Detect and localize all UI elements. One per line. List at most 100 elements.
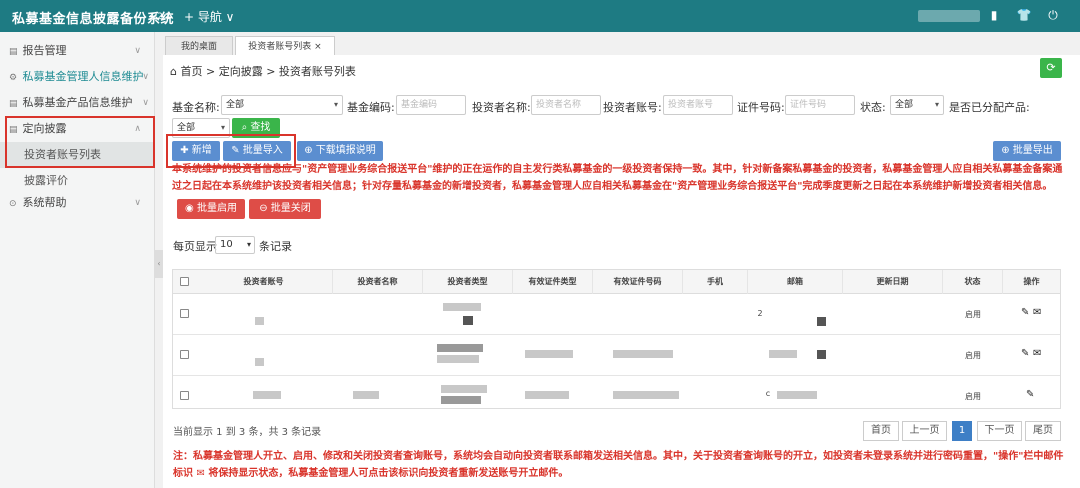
main-content: ⌂ 首页 > 定向披露 > 投资者账号列表 ⟳ 基金名称: 全部 ▾ 基金编码:…: [163, 55, 1080, 488]
col-update-date[interactable]: 更新日期: [843, 270, 943, 294]
tab-my-desktop[interactable]: 我的桌面: [165, 36, 233, 56]
sidebar-item-label: 私募基金管理人信息维护: [22, 70, 144, 83]
col-status[interactable]: 状态: [943, 270, 1003, 294]
investor-account-redacted: [255, 358, 264, 366]
page-last-button[interactable]: 尾页: [1025, 421, 1061, 441]
investor-account-input[interactable]: 投资者账号: [663, 95, 733, 115]
highlight-box-sidebar: [5, 116, 155, 168]
sidebar-collapse-handle[interactable]: ‹: [155, 250, 163, 278]
fund-name-select[interactable]: 全部 ▾: [221, 95, 343, 115]
investor-name-redacted: [353, 391, 379, 399]
investor-name-input[interactable]: 投资者名称: [531, 95, 601, 115]
user-icon[interactable]: ▮: [986, 7, 1002, 23]
pagination-info: 当前显示 1 到 3 条，共 3 条记录: [173, 427, 322, 438]
doc-icon: ▤: [9, 99, 18, 109]
table-row: 2 启用 ✎ ✉: [173, 295, 1060, 335]
cert-no-redacted: [613, 350, 673, 358]
investor-type-redacted: [441, 385, 487, 393]
refresh-icon: ⟳: [1046, 61, 1056, 74]
download-guide-button[interactable]: ⊕ 下载填报说明: [297, 141, 383, 161]
select-all-checkbox[interactable]: [180, 277, 189, 286]
table-header: 投资者账号 投资者名称 投资者类型 有效证件类型 有效证件号码 手机 邮箱 更新…: [173, 270, 1060, 294]
per-page-value: 10: [220, 239, 233, 250]
shirt-icon[interactable]: 👕: [1016, 7, 1032, 23]
cert-no-label: 证件号码:: [737, 101, 785, 114]
edit-icon[interactable]: ✎: [1026, 389, 1034, 400]
export-icon: ⊕: [1001, 145, 1010, 156]
user-name-blurred: [918, 10, 980, 22]
power-icon[interactable]: ⏻: [1045, 7, 1061, 23]
per-page-suffix: 条记录: [259, 240, 292, 253]
col-cert-no[interactable]: 有效证件号码: [593, 270, 683, 294]
status-select[interactable]: 全部 ▾: [890, 95, 944, 115]
col-cert-type[interactable]: 有效证件类型: [513, 270, 593, 294]
row-checkbox[interactable]: [180, 350, 189, 359]
row-checkbox[interactable]: [180, 391, 189, 400]
fund-code-input[interactable]: 基金编码: [396, 95, 466, 115]
email-redacted: [769, 350, 797, 358]
top-bar: 私募基金信息披露备份系统 V2.1 + 导航 ∨ ▮ 👕 ⏻: [0, 0, 1080, 32]
status-cell: 启用: [965, 392, 981, 401]
sidebar-item-product-info[interactable]: ▤ 私募基金产品信息维护 ∨: [0, 90, 155, 116]
status-value: 全部: [895, 100, 914, 110]
home-icon: ⌂: [170, 65, 177, 78]
col-investor-account[interactable]: 投资者账号: [195, 270, 333, 294]
fund-name-label: 基金名称:: [172, 101, 220, 114]
batch-enable-label: 批量启用: [196, 203, 237, 214]
nav-menu-button[interactable]: + 导航 ∨: [184, 8, 234, 25]
fund-name-value: 全部: [226, 100, 245, 110]
investor-type-redacted: [437, 344, 483, 352]
sidebar-item-help[interactable]: ⊙ 系统帮助 ∨: [0, 190, 155, 216]
sidebar-item-label: 报告管理: [22, 44, 67, 57]
batch-close-label: 批量关闭: [270, 203, 311, 214]
sidebar-item-report[interactable]: ▤ 报告管理 ∨: [0, 38, 155, 64]
breadcrumb-level1[interactable]: 定向披露: [219, 65, 263, 78]
investor-account-redacted: [253, 391, 281, 399]
batch-enable-button[interactable]: ◉ 批量启用: [177, 199, 245, 219]
edit-icon[interactable]: ✎: [1021, 348, 1029, 359]
chevron-down-icon: ∨: [142, 72, 149, 82]
highlight-box-actions: [166, 134, 296, 168]
help-icon: ⊙: [9, 199, 17, 209]
cert-no-input[interactable]: 证件号码: [785, 95, 855, 115]
fund-code-label: 基金编码:: [347, 101, 395, 114]
col-phone[interactable]: 手机: [683, 270, 748, 294]
sidebar-item-manager-info[interactable]: ⚙ 私募基金管理人信息维护 ∨: [0, 64, 155, 90]
col-investor-name[interactable]: 投资者名称: [333, 270, 423, 294]
app-version: V2.1: [151, 12, 172, 22]
breadcrumb-home[interactable]: 首页: [180, 65, 202, 78]
mail-icon[interactable]: ✉: [1033, 307, 1041, 318]
page-next-button[interactable]: 下一页: [977, 421, 1022, 441]
table-row: 启用 ✎ ✉: [173, 336, 1060, 376]
per-page-select[interactable]: 10 ▾: [215, 236, 255, 254]
investor-type-redacted: [437, 355, 479, 363]
enable-icon: ◉: [185, 203, 194, 214]
sidebar: ▤ 报告管理 ∨ ⚙ 私募基金管理人信息维护 ∨ ▤ 私募基金产品信息维护 ∨ …: [0, 32, 155, 488]
page-first-button[interactable]: 首页: [863, 421, 899, 441]
notice-top-line2: 过之日起在本系统维护该投资者相关信息；针对存量私募基金的新增投资者，私募基金管理…: [172, 181, 1053, 192]
cert-type-redacted: [525, 391, 569, 399]
breadcrumb: ⌂ 首页 > 定向披露 > 投资者账号列表: [170, 63, 356, 79]
col-email[interactable]: 邮箱: [748, 270, 843, 294]
col-investor-type[interactable]: 投资者类型: [423, 270, 513, 294]
edit-icon[interactable]: ✎: [1021, 307, 1029, 318]
email-redacted: [817, 350, 826, 359]
document-icon: ▤: [9, 47, 18, 57]
close-circle-icon: ⊖: [259, 203, 268, 214]
tab-investor-list[interactable]: 投资者账号列表 ×: [235, 36, 335, 56]
mail-icon[interactable]: ✉: [1033, 348, 1041, 359]
batch-close-button[interactable]: ⊖ 批量关闭: [249, 199, 321, 219]
notice-bottom-line1: 注：私募基金管理人开立、启用、修改和关闭投资者查询账号，系统均会自动向投资者联系…: [173, 451, 1064, 462]
refresh-button[interactable]: ⟳: [1040, 58, 1062, 78]
page-current[interactable]: 1: [952, 421, 972, 441]
tab-bar: 我的桌面 投资者账号列表 ×: [163, 36, 1080, 56]
investor-account-label: 投资者账号:: [603, 101, 662, 114]
batch-export-button[interactable]: ⊕ 批量导出: [993, 141, 1061, 161]
breadcrumb-separator: >: [266, 65, 276, 78]
status-cell: 启用: [965, 310, 981, 319]
gear-icon: ⚙: [9, 73, 18, 83]
row-checkbox[interactable]: [180, 309, 189, 318]
assigned-product-value: 全部: [177, 123, 196, 133]
breadcrumb-separator: >: [205, 65, 216, 78]
page-prev-button[interactable]: 上一页: [902, 421, 947, 441]
